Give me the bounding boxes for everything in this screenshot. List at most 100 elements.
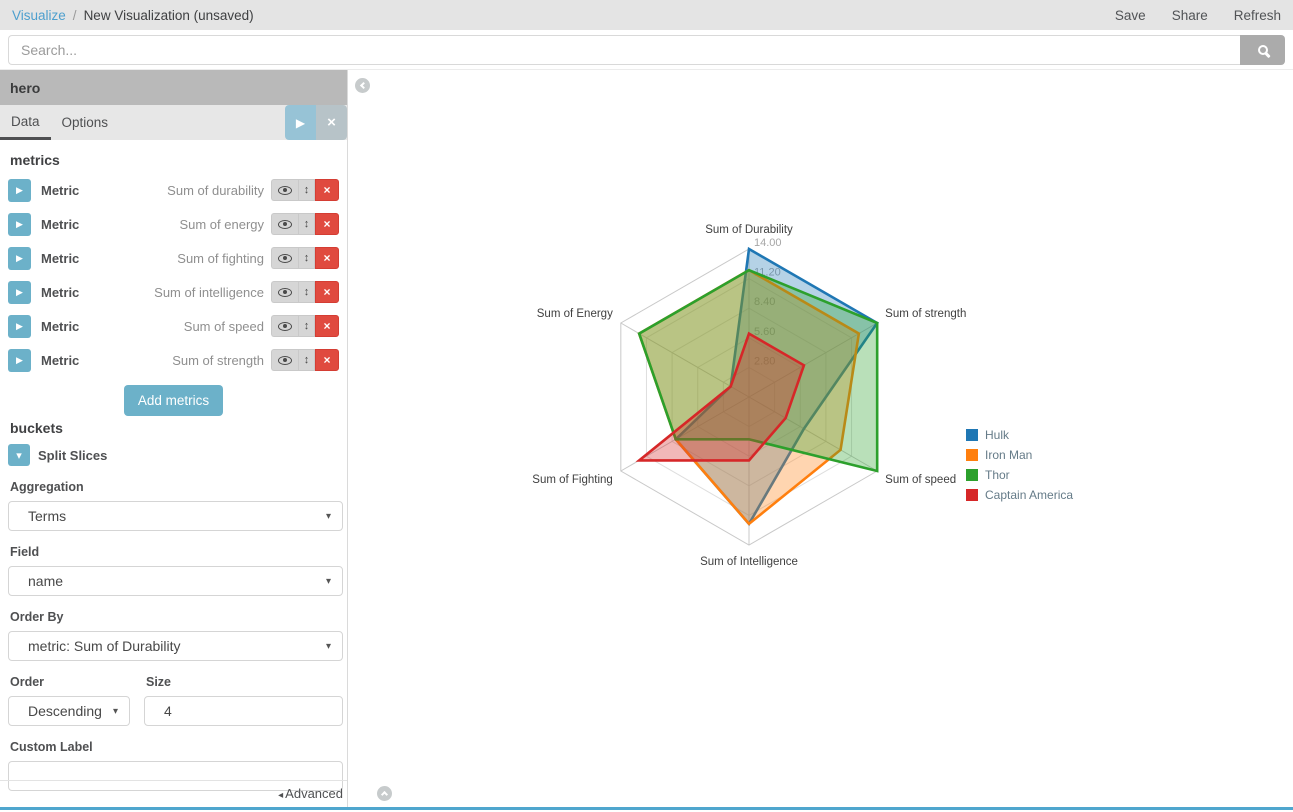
order-by-select[interactable]: metric: Sum of Durability ▾ [8,631,343,661]
expand-metric-button[interactable]: ▶ [8,213,31,236]
play-icon: ▶ [16,219,23,230]
eye-icon [278,186,292,195]
chart-legend: Hulk Iron Man Thor Captain America [966,425,1073,505]
toggle-metric-button[interactable] [271,213,298,235]
remove-x-icon: × [323,285,330,299]
share-button[interactable]: Share [1172,8,1208,23]
order-by-selected-value: metric: Sum of Durability [28,638,180,654]
play-icon: ▶ [16,287,23,298]
legend-swatch [966,489,978,501]
remove-metric-button[interactable]: × [315,247,339,269]
remove-x-icon: × [323,251,330,265]
apply-changes-button[interactable]: ▶ [285,105,316,140]
select-caret-icon: ▾ [326,641,331,652]
remove-x-icon: × [323,183,330,197]
search-bar [0,30,1293,70]
reorder-metric-button[interactable]: ↕ [298,247,315,269]
expand-metric-button[interactable]: ▶ [8,247,31,270]
collapse-bucket-button[interactable]: ▾ [8,444,30,466]
eye-icon [278,220,292,229]
editor-form: metrics ▶ Metric Sum of durability ↕ × ▶… [0,140,347,807]
legend-label: Hulk [985,428,1009,442]
legend-swatch [966,469,978,481]
order-by-label: Order By [10,610,339,624]
eye-icon [278,288,292,297]
legend-item[interactable]: Hulk [966,425,1073,445]
add-metrics-button[interactable]: Add metrics [124,385,223,416]
reorder-metric-button[interactable]: ↕ [298,213,315,235]
vis-editor-sidebar: hero Data Options ▶ × metrics ▶ Metric S… [0,70,348,807]
reorder-metric-button[interactable]: ↕ [298,281,315,303]
eye-icon [278,356,292,365]
aggregation-label: Aggregation [10,480,339,494]
legend-item[interactable]: Captain America [966,485,1073,505]
up-down-arrows-icon: ↕ [304,218,310,230]
breadcrumb-separator: / [73,8,77,23]
reorder-metric-button[interactable]: ↕ [298,315,315,337]
toggle-metric-button[interactable] [271,179,298,201]
select-caret-icon: ▾ [326,511,331,522]
toggle-metric-button[interactable] [271,281,298,303]
axis-label: Sum of speed [885,474,956,486]
toggle-metric-button[interactable] [271,247,298,269]
remove-metric-button[interactable]: × [315,213,339,235]
split-slices-row: ▾ Split Slices [8,444,339,466]
toggle-metric-button[interactable] [271,349,298,371]
size-label: Size [146,675,343,689]
up-down-arrows-icon: ↕ [304,320,310,332]
metric-agg-label: Sum of fighting [177,251,264,266]
expand-metric-button[interactable]: ▶ [8,281,31,304]
reorder-metric-button[interactable]: ↕ [298,349,315,371]
save-button[interactable]: Save [1115,8,1146,23]
reorder-metric-button[interactable]: ↕ [298,179,315,201]
search-icon [1258,45,1268,55]
aggregation-select[interactable]: Terms ▾ [8,501,343,531]
tab-options[interactable]: Options [51,105,120,140]
order-select[interactable]: Descending ▾ [8,696,130,726]
remove-metric-button[interactable]: × [315,179,339,201]
select-caret-icon: ▾ [326,576,331,587]
metric-type-label: Metric [41,183,79,198]
scroll-top-button[interactable] [377,786,392,801]
remove-metric-button[interactable]: × [315,349,339,371]
metric-row: ▶ Metric Sum of durability ↕ × [8,178,339,202]
collapse-sidebar-button[interactable] [355,78,370,93]
play-icon: ▶ [16,355,23,366]
discard-changes-button[interactable]: × [316,105,347,140]
search-input[interactable] [8,35,1240,65]
advanced-toggle-link[interactable]: ◂Advanced [278,786,343,801]
remove-x-icon: × [323,319,330,333]
metric-agg-label: Sum of durability [167,183,264,198]
up-down-arrows-icon: ↕ [304,286,310,298]
expand-metric-button[interactable]: ▶ [8,349,31,372]
metric-agg-label: Sum of speed [184,319,264,334]
breadcrumb-visualize-link[interactable]: Visualize [12,8,66,23]
expand-metric-button[interactable]: ▶ [8,315,31,338]
metric-type-label: Metric [41,319,79,334]
field-selected-value: name [28,573,63,589]
aggregation-selected-value: Terms [28,508,66,524]
up-down-arrows-icon: ↕ [304,354,310,366]
toggle-metric-button[interactable] [271,315,298,337]
editor-tabs: Data Options ▶ × [0,105,347,140]
field-select[interactable]: name ▾ [8,566,343,596]
axis-label: Sum of Durability [705,224,793,236]
remove-metric-button[interactable]: × [315,315,339,337]
legend-label: Thor [985,468,1010,482]
metric-row: ▶ Metric Sum of speed ↕ × [8,314,339,338]
tab-data[interactable]: Data [0,105,51,140]
refresh-button[interactable]: Refresh [1234,8,1281,23]
legend-label: Iron Man [985,448,1032,462]
search-button[interactable] [1240,35,1285,65]
legend-item[interactable]: Thor [966,465,1073,485]
legend-label: Captain America [985,488,1073,502]
index-pattern-name: hero [10,80,40,96]
size-input[interactable] [144,696,343,726]
buckets-section-header: buckets [10,420,339,436]
up-down-arrows-icon: ↕ [304,252,310,264]
index-pattern-header: hero [0,70,347,105]
metric-agg-label: Sum of strength [172,353,264,368]
remove-metric-button[interactable]: × [315,281,339,303]
legend-item[interactable]: Iron Man [966,445,1073,465]
expand-metric-button[interactable]: ▶ [8,179,31,202]
